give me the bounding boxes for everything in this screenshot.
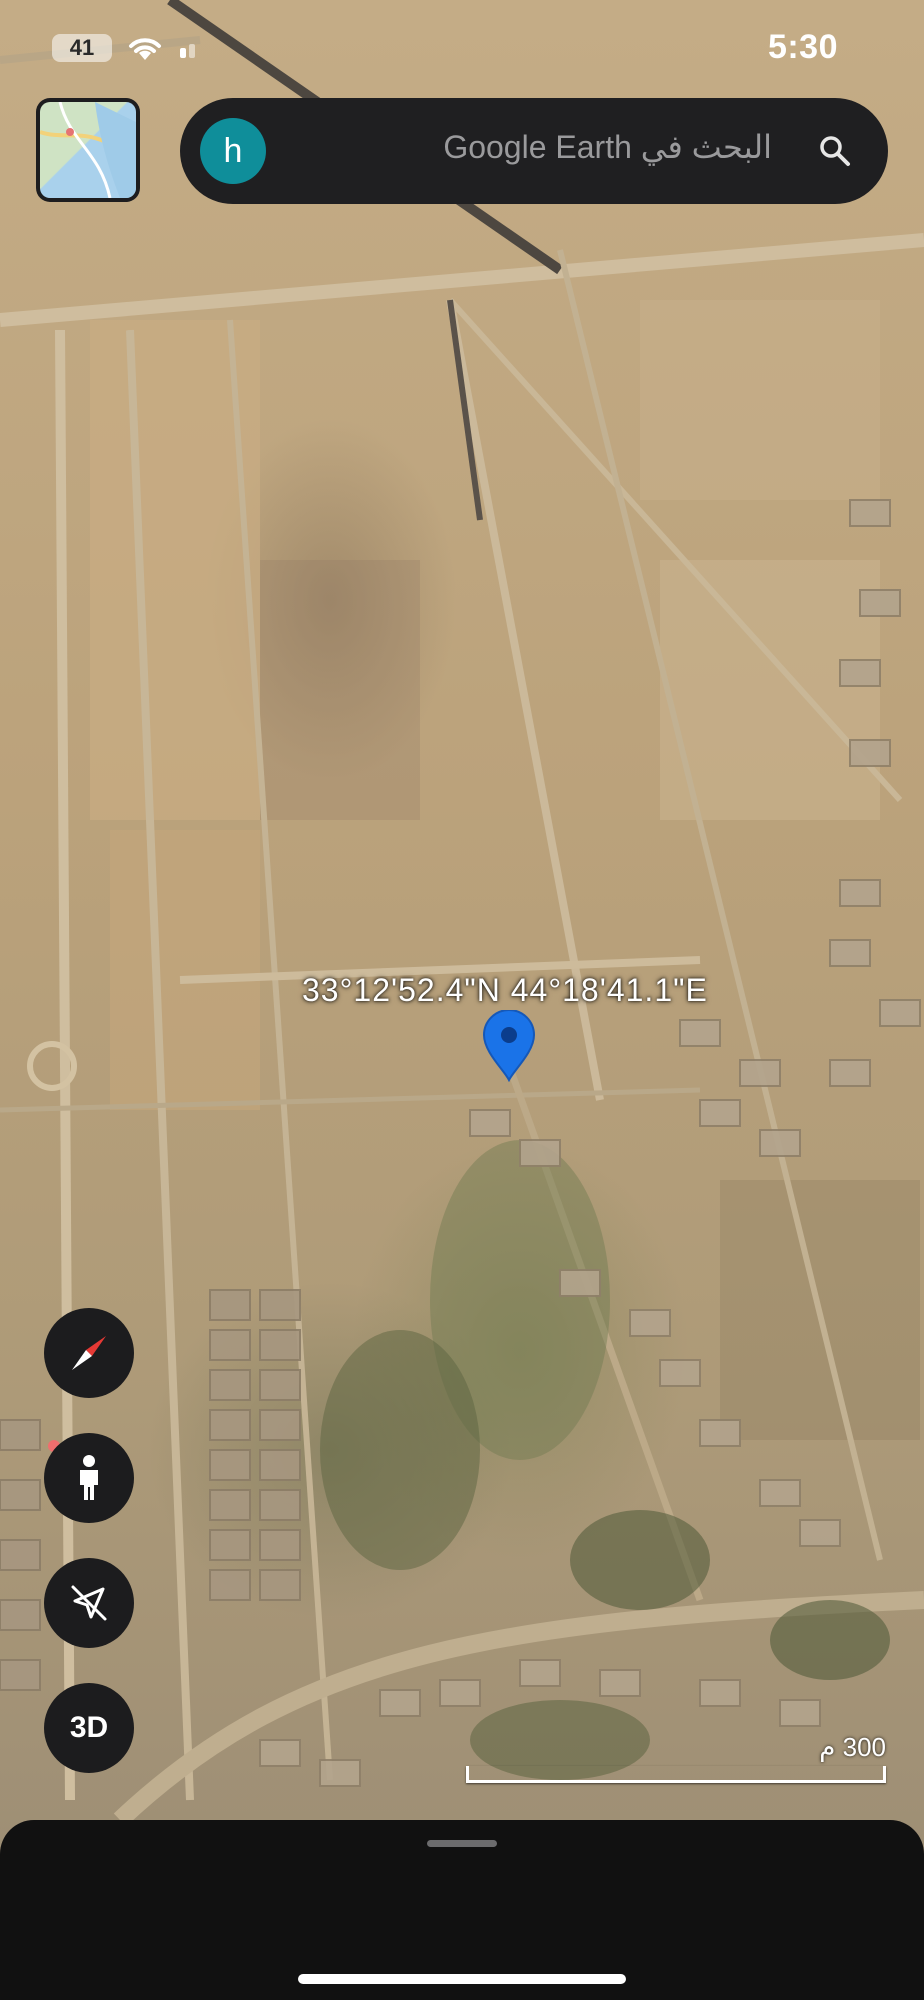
sheet-drag-handle[interactable] bbox=[427, 1840, 497, 1847]
search-bar[interactable]: h البحث في Google Earth bbox=[180, 98, 888, 204]
scale-bar bbox=[466, 1766, 886, 1783]
my-location-button[interactable] bbox=[44, 1558, 134, 1648]
bottom-sheet[interactable] bbox=[0, 1820, 924, 2000]
status-bar: 41 5:30 bbox=[0, 0, 924, 100]
3d-toggle-button[interactable]: 3D bbox=[44, 1683, 134, 1773]
coordinates-label: 33°12'52.4"N 44°18'41.1"E bbox=[302, 972, 708, 1008]
signal-icon bbox=[180, 44, 195, 58]
search-icon[interactable] bbox=[818, 134, 852, 168]
search-placeholder[interactable]: البحث في Google Earth bbox=[443, 128, 772, 166]
status-time: 5:30 bbox=[767, 28, 838, 66]
location-pin-icon[interactable] bbox=[482, 1010, 536, 1082]
battery-indicator: 41 bbox=[52, 34, 112, 62]
home-indicator bbox=[298, 1974, 626, 1984]
person-icon bbox=[80, 1455, 98, 1500]
map-style-button[interactable] bbox=[36, 98, 140, 202]
compass-icon bbox=[72, 1336, 106, 1370]
avatar[interactable]: h bbox=[200, 118, 266, 184]
location-off-icon bbox=[71, 1585, 107, 1621]
map-scale: 300 م bbox=[466, 1732, 886, 1783]
compass-button[interactable] bbox=[44, 1308, 134, 1398]
scale-label: 300 م bbox=[819, 1732, 886, 1762]
status-icons: 41 bbox=[52, 34, 202, 62]
street-view-button[interactable] bbox=[44, 1433, 134, 1523]
wifi-icon bbox=[129, 38, 161, 60]
map-style-icon bbox=[40, 102, 136, 198]
